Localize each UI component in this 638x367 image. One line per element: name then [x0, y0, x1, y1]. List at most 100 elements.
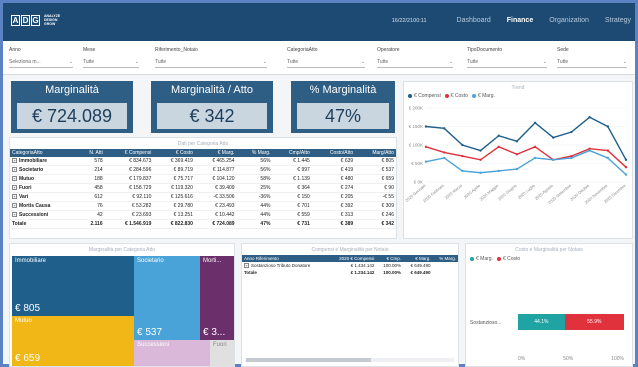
filter-anno-select[interactable]: Seleziona m... ⌄ [9, 59, 73, 68]
table-cell: + Vari [10, 192, 78, 202]
tab-finance[interactable]: Finance [507, 17, 533, 24]
expand-icon[interactable]: + [12, 212, 17, 218]
table-cell: € 39.409 [194, 183, 237, 193]
table-row[interactable]: + Vari 612 € 92.110 € 125.616 -€ 33.506 -36% € … [10, 192, 396, 202]
table-row[interactable]: + Mortis Causa 76 € 53.282 € 29.780 € 23.493 4… [10, 201, 396, 211]
data-point[interactable] [606, 156, 610, 160]
data-point[interactable] [624, 173, 628, 176]
expand-icon[interactable]: + [12, 158, 17, 164]
table-cell: € 23.493 [194, 201, 237, 211]
treemap-tile-immobiliare[interactable]: Immobiliare € 805 [12, 256, 134, 316]
column-header[interactable]: Anno Riferimento [242, 255, 329, 262]
data-point[interactable] [461, 143, 464, 147]
bar-x-axis: 0% 50% 100% [518, 356, 624, 362]
data-point[interactable] [552, 136, 555, 139]
data-point[interactable] [515, 167, 519, 171]
data-point[interactable] [479, 171, 482, 174]
bar-segment-marg[interactable]: 44.1% [518, 314, 565, 330]
column-header[interactable]: N. Atti [77, 149, 105, 157]
data-point[interactable] [515, 153, 519, 156]
tile-label: Mutuo [15, 318, 32, 324]
table-cell: € 23.693 [104, 210, 154, 220]
data-point[interactable] [442, 127, 446, 130]
column-header[interactable]: CategoriaAtto [10, 149, 78, 157]
table-row[interactable]: + Immobiliare 578 € 834.673 € 369.419 € 465.2… [10, 157, 396, 166]
data-point[interactable] [515, 140, 519, 143]
filter-notaio-select[interactable]: Tutte ⌄ [155, 59, 267, 68]
treemap-tile-mortis-causa[interactable]: Morti... € 3... [200, 256, 234, 340]
tile-label: Morti... [203, 258, 222, 264]
data-point[interactable] [442, 151, 446, 154]
filter-operatore-select[interactable]: Tutte ⌄ [377, 59, 453, 68]
chevron-down-icon: ⌄ [68, 59, 73, 65]
data-point[interactable] [588, 116, 591, 119]
column-header[interactable]: 2020 € Compensi [328, 255, 377, 262]
x-tick-label: 0% [518, 356, 526, 362]
treemap-tile-mutuo[interactable]: Mutuo € 659 [12, 316, 134, 366]
tab-organization[interactable]: Organization [549, 17, 589, 24]
data-point[interactable] [479, 158, 482, 161]
data-point[interactable] [461, 154, 464, 158]
horizontal-scrollbar[interactable] [246, 358, 454, 362]
table-row[interactable]: + Societario 214 € 284.596 € 89.719 € 114.877… [10, 165, 396, 175]
legend-swatch-compensi [408, 94, 412, 98]
expand-icon[interactable]: + [12, 185, 17, 191]
column-header[interactable]: Cmp/Atto [272, 149, 312, 157]
data-point[interactable] [479, 149, 482, 152]
data-point[interactable] [497, 134, 500, 137]
data-point[interactable] [606, 149, 610, 152]
data-point[interactable] [570, 156, 573, 160]
treemap-tile-societario[interactable]: Societario € 537 [134, 256, 200, 340]
data-point[interactable] [533, 121, 537, 124]
filter-categoria-select[interactable]: Tutte ⌄ [287, 59, 365, 68]
filter-tipodocumento-select[interactable]: Tutte ⌄ [467, 59, 547, 68]
data-point[interactable] [424, 145, 428, 149]
chevron-down-icon: ⌄ [622, 59, 627, 65]
expand-icon[interactable]: + [12, 176, 17, 182]
column-header[interactable]: € Marg. [194, 149, 237, 157]
data-point[interactable] [552, 158, 555, 161]
table-row[interactable]: + Mutuo 188 € 179.837 € 75.717 € 104.120 58% € … [10, 174, 396, 184]
data-point[interactable] [533, 145, 537, 149]
expand-icon[interactable]: + [12, 194, 17, 200]
cell-text: Mortis Causa [19, 203, 51, 209]
table-row[interactable]: + Successioni 42 € 23.693 € 13.251 € 10.442 44… [10, 210, 396, 220]
data-point[interactable] [442, 156, 446, 160]
data-point[interactable] [624, 158, 628, 161]
data-point[interactable] [606, 125, 610, 128]
data-point[interactable] [533, 156, 537, 160]
table-row[interactable]: + Sostanzioso Tributo Donatore € 1.434.14… [242, 262, 458, 269]
column-header[interactable]: % Marg. [236, 149, 273, 157]
expand-icon[interactable]: + [244, 263, 249, 269]
column-header[interactable]: € Compensi [104, 149, 154, 157]
scrollbar-thumb[interactable] [246, 358, 371, 362]
tab-strategy[interactable]: Strategy [605, 17, 631, 24]
stacked-bar[interactable]: 44.1% 55.9% [518, 314, 624, 330]
data-point[interactable] [461, 169, 464, 173]
dashboard-frame: A D G ANALYZE DESIGN GROW 16/22/2100:11 … [0, 0, 638, 367]
treemap-tile-fuori[interactable]: Fuori [210, 340, 234, 366]
data-point[interactable] [424, 160, 428, 163]
expand-icon[interactable]: + [12, 167, 17, 173]
filter-sede-select[interactable]: Tutte ⌄ [557, 59, 627, 68]
column-header[interactable]: Costo/Atto [311, 149, 356, 157]
tab-dashboard[interactable]: Dashboard [457, 17, 491, 24]
table-row[interactable]: + Fuori 458 € 158.729 € 119.320 € 39.409 25% € … [10, 183, 396, 193]
data-point[interactable] [588, 149, 591, 152]
column-header[interactable]: € Marg. [403, 255, 433, 262]
data-point[interactable] [424, 125, 428, 128]
data-point[interactable] [624, 166, 628, 169]
column-header[interactable]: € Costo [153, 149, 195, 157]
treemap-tile-successioni[interactable]: Successioni [134, 340, 210, 366]
filter-mese-select[interactable]: Tutte ⌄ [83, 59, 139, 68]
column-header[interactable]: % Marg. [432, 255, 458, 262]
column-header[interactable]: Marg/Atto [355, 149, 396, 157]
column-header[interactable]: € Cmp. [376, 255, 404, 262]
data-point[interactable] [497, 169, 500, 173]
kpi-title: Marginalità [45, 84, 99, 96]
table-cell: + Immobiliare [10, 157, 78, 166]
data-point[interactable] [497, 145, 500, 149]
expand-icon[interactable]: + [12, 203, 17, 209]
bar-segment-costo[interactable]: 55.9% [564, 314, 624, 330]
data-point[interactable] [570, 130, 573, 134]
